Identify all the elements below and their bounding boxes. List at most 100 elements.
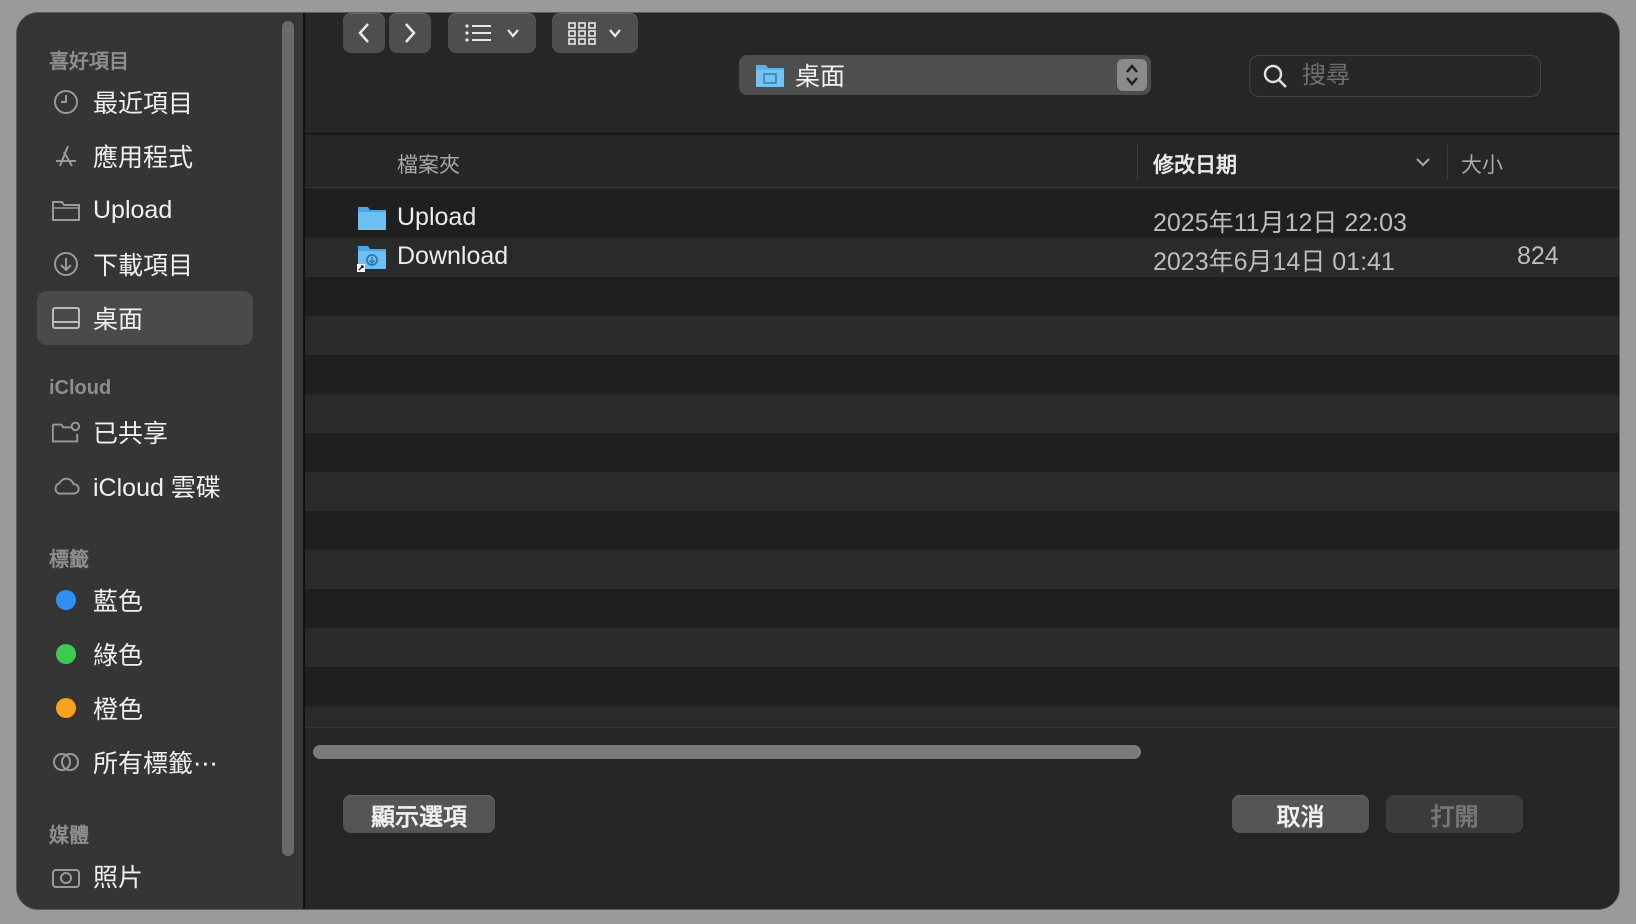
- desktop-icon: [51, 303, 81, 333]
- table-row[interactable]: Download 2023年6月14日 01:41 824: [305, 238, 1619, 277]
- search-field[interactable]: [1249, 55, 1541, 97]
- orange-dot-icon: [56, 698, 76, 718]
- cancel-button[interactable]: 取消: [1232, 795, 1369, 833]
- grid-view-icon: [568, 22, 596, 45]
- sidebar-item-icloud-drive[interactable]: iCloud 雲碟: [37, 459, 253, 513]
- sidebar-tag-orange[interactable]: 橙色: [37, 681, 253, 735]
- sidebar-item-label: 所有標籤⋯: [93, 750, 219, 778]
- shared-folder-icon: [51, 417, 81, 447]
- icloud-section-title: iCloud: [49, 377, 112, 399]
- file-date: 2025年11月12日 22:03: [1153, 209, 1407, 237]
- forward-button[interactable]: [389, 13, 431, 53]
- apps-icon: [51, 141, 81, 171]
- sidebar-tag-green[interactable]: 綠色: [37, 627, 253, 681]
- location-popup[interactable]: 桌面: [739, 55, 1151, 95]
- column-divider[interactable]: [1137, 145, 1138, 179]
- blue-dot-icon: [56, 590, 76, 610]
- tags-section-title: 標籤: [49, 549, 89, 571]
- file-browser: 桌面 檔案夾 修改日期 大小 U: [305, 13, 1619, 909]
- chevron-right-icon: [405, 23, 416, 43]
- all-tags-icon: [51, 747, 81, 777]
- sidebar-item-applications[interactable]: 應用程式: [37, 129, 253, 183]
- location-stepper[interactable]: [1117, 59, 1147, 91]
- empty-row: [305, 550, 1619, 589]
- chevron-down-icon: [507, 29, 519, 38]
- column-name-header[interactable]: 檔案夾: [397, 149, 460, 179]
- sidebar-item-downloads[interactable]: 下載項目: [37, 237, 253, 291]
- folder-icon: [357, 205, 387, 236]
- favorites-section-title: 喜好項目: [49, 51, 129, 73]
- column-date-header[interactable]: 修改日期: [1153, 149, 1237, 179]
- empty-row: [305, 667, 1619, 706]
- sidebar: 喜好項目 最近項目 應用程式 Upload 下載項目 桌面 iCloud 已共享…: [17, 13, 305, 909]
- file-name: Upload: [397, 203, 477, 231]
- location-label: 桌面: [795, 63, 846, 91]
- sidebar-item-recents[interactable]: 最近項目: [37, 75, 253, 129]
- sidebar-item-label: 已共享: [93, 420, 169, 448]
- chevron-down-icon: [609, 29, 621, 38]
- empty-row: [305, 706, 1619, 729]
- list-view-icon: [465, 24, 491, 42]
- chevron-down-icon: [1416, 158, 1430, 167]
- file-list: Upload 2025年11月12日 22:03 Download 2023年6…: [305, 189, 1619, 729]
- tag-dot-orange: [51, 693, 81, 723]
- column-header: 檔案夾 修改日期 大小: [305, 135, 1619, 188]
- column-divider[interactable]: [1447, 145, 1448, 179]
- table-row[interactable]: Upload 2025年11月12日 22:03: [305, 199, 1619, 238]
- empty-row: [305, 394, 1619, 433]
- alias-folder-icon: [357, 244, 387, 277]
- media-section-title: 媒體: [49, 825, 89, 847]
- empty-row: [305, 511, 1619, 550]
- sidebar-item-label: 照片: [93, 864, 144, 892]
- sidebar-item-all-tags[interactable]: 所有標籤⋯: [37, 735, 253, 789]
- sidebar-item-label: 最近項目: [93, 90, 194, 118]
- back-button[interactable]: [343, 13, 385, 53]
- search-input[interactable]: [1300, 61, 1524, 91]
- tag-dot-blue: [51, 585, 81, 615]
- green-dot-icon: [56, 644, 76, 664]
- sidebar-item-label: 應用程式: [93, 144, 194, 172]
- empty-row: [305, 277, 1619, 316]
- sidebar-item-photos[interactable]: 照片: [37, 849, 253, 903]
- empty-row: [305, 628, 1619, 667]
- toolbar: 桌面: [305, 13, 1619, 134]
- folder-icon: [51, 195, 81, 225]
- empty-row: [305, 472, 1619, 511]
- empty-row: [305, 316, 1619, 355]
- empty-row: [305, 589, 1619, 628]
- show-options-button[interactable]: 顯示選項: [343, 795, 495, 833]
- sidebar-item-shared[interactable]: 已共享: [37, 405, 253, 459]
- tag-dot-green: [51, 639, 81, 669]
- sidebar-item-upload[interactable]: Upload: [37, 183, 253, 237]
- clock-icon: [51, 87, 81, 117]
- list-view-menu[interactable]: [448, 13, 536, 53]
- open-file-dialog: 喜好項目 最近項目 應用程式 Upload 下載項目 桌面 iCloud 已共享…: [16, 12, 1620, 910]
- sidebar-item-desktop[interactable]: 桌面: [37, 291, 253, 345]
- file-size: 824: [1517, 242, 1559, 270]
- desktop-folder-icon: [755, 62, 785, 88]
- sidebar-item-label: 下載項目: [93, 252, 194, 280]
- sidebar-item-label: Upload: [93, 195, 173, 224]
- sidebar-scrollbar[interactable]: [282, 21, 294, 856]
- chevron-left-icon: [358, 23, 369, 43]
- up-down-arrows-icon: [1126, 64, 1138, 86]
- grid-view-menu[interactable]: [552, 13, 638, 53]
- sidebar-item-label: 橙色: [93, 696, 144, 724]
- horizontal-scrollbar[interactable]: [313, 745, 1141, 759]
- empty-row: [305, 433, 1619, 472]
- download-icon: [51, 249, 81, 279]
- cloud-icon: [51, 471, 81, 501]
- empty-row: [305, 355, 1619, 394]
- sidebar-item-label: 藍色: [93, 588, 144, 616]
- open-button[interactable]: 打開: [1386, 795, 1523, 833]
- sidebar-tag-blue[interactable]: 藍色: [37, 573, 253, 627]
- sidebar-item-label: 綠色: [93, 642, 144, 670]
- dialog-footer: 顯示選項 取消 打開: [305, 769, 1619, 909]
- column-size-header[interactable]: 大小: [1461, 149, 1503, 179]
- camera-icon: [51, 861, 81, 891]
- search-icon: [1263, 64, 1287, 88]
- file-date: 2023年6月14日 01:41: [1153, 248, 1395, 276]
- sidebar-item-label: 桌面: [93, 306, 144, 334]
- file-name: Download: [397, 242, 509, 270]
- sidebar-item-label: iCloud 雲碟: [93, 474, 221, 502]
